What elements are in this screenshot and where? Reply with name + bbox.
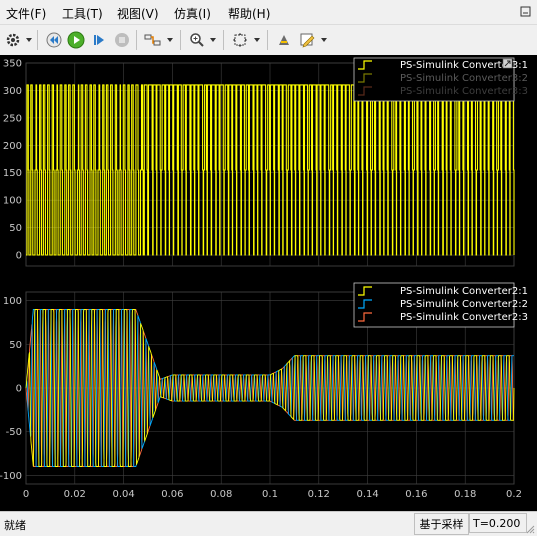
legend-label: PS-Simulink Converter2:3 [400, 312, 528, 323]
bottom-axes[interactable]: 100 50 0 -50 -100 0 0.02 0.04 0.06 0.08 0.1 0.12 0.… [0, 282, 528, 500]
menu-tools[interactable]: 工具(T) [62, 5, 103, 22]
step-forward-icon[interactable] [88, 29, 110, 51]
x-tick-label: 0.16 [405, 489, 427, 500]
y-tick-label: -100 [0, 471, 22, 482]
sample-mode-indicator[interactable]: 基于采样 [414, 513, 469, 535]
y-tick-label: 50 [9, 223, 22, 234]
y-tick-label: 350 [3, 59, 22, 70]
y-tick-label: 100 [3, 196, 22, 207]
chevron-down-icon[interactable] [209, 33, 217, 47]
style-edit-icon[interactable] [296, 29, 318, 51]
top-axes[interactable]: 350 300 250 200 150 100 50 0 PS-Simulink Conver… [3, 57, 528, 267]
x-tick-label: 0 [23, 489, 29, 500]
x-tick-label: 0.18 [454, 489, 476, 500]
highlight-icon[interactable] [273, 29, 295, 51]
status-bar: 就绪 基于采样 T=0.200 [0, 511, 537, 536]
menu-simulation[interactable]: 仿真(I) [174, 5, 211, 22]
chevron-down-icon[interactable] [166, 33, 174, 47]
menu-bar: 文件(F) 工具(T) 视图(V) 仿真(I) 帮助(H) [0, 0, 537, 24]
y-tick-label: -50 [6, 427, 22, 438]
toolbar-separator [37, 30, 38, 50]
scope-plot-area: 350 300 250 200 150 100 50 0 PS-Simulink Conver… [0, 55, 537, 511]
bottom-axes-xticks: 0 0.02 0.04 0.06 0.08 0.1 0.12 0.14 0.16 0.18 0.2 [23, 489, 522, 500]
zoom-in-icon[interactable] [186, 29, 208, 51]
toolbar-separator [267, 30, 268, 50]
legend-label: PS-Simulink Converter3:2 [400, 73, 528, 84]
stop-icon[interactable] [111, 29, 133, 51]
menu-file[interactable]: 文件(F) [6, 5, 46, 22]
y-tick-label: 50 [9, 340, 22, 351]
bottom-axes-yticks: 100 50 0 -50 -100 [0, 296, 22, 482]
chevron-down-icon[interactable] [320, 33, 328, 47]
x-tick-label: 0.06 [161, 489, 183, 500]
legend-label: PS-Simulink Converter3:3 [400, 86, 528, 97]
y-tick-label: 0 [16, 251, 22, 262]
fit-view-icon[interactable] [229, 29, 251, 51]
legend-label: PS-Simulink Converter2:1 [400, 286, 528, 297]
x-tick-label: 0.02 [64, 489, 86, 500]
y-tick-label: 250 [3, 113, 22, 124]
play-icon[interactable] [65, 29, 87, 51]
chevron-down-icon[interactable] [25, 33, 33, 47]
chevron-down-icon[interactable] [253, 33, 261, 47]
y-tick-label: 150 [3, 168, 22, 179]
menu-help[interactable]: 帮助(H) [228, 5, 270, 22]
legend-label: PS-Simulink Converter2:2 [400, 299, 528, 310]
x-tick-label: 0.2 [506, 489, 522, 500]
top-legend[interactable]: PS-Simulink Converter3:1 PS-Simulink Con… [353, 57, 528, 102]
simulation-time-readout: T=0.200 [469, 513, 527, 533]
top-axes-yticks: 350 300 250 200 150 100 50 0 [3, 59, 22, 262]
y-tick-label: 0 [16, 384, 22, 395]
x-tick-label: 0.12 [308, 489, 330, 500]
gear-icon[interactable] [2, 29, 24, 51]
window-control-icon[interactable] [520, 6, 531, 17]
toolbar-separator [180, 30, 181, 50]
toolbar-separator [223, 30, 224, 50]
resize-grip-icon[interactable] [526, 525, 535, 534]
bottom-legend[interactable]: PS-Simulink Converter2:1 PS-Simulink Con… [353, 282, 528, 328]
y-tick-label: 200 [3, 141, 22, 152]
x-tick-label: 0.14 [356, 489, 378, 500]
toolbar-separator [136, 30, 137, 50]
x-tick-label: 0.04 [112, 489, 134, 500]
menu-view[interactable]: 视图(V) [117, 5, 159, 22]
undock-legend-icon[interactable] [502, 58, 513, 69]
signal-select-icon[interactable] [142, 29, 164, 51]
y-tick-label: 300 [3, 86, 22, 97]
status-text: 就绪 [4, 519, 26, 532]
x-tick-label: 0.08 [210, 489, 232, 500]
y-tick-label: 100 [3, 296, 22, 307]
x-tick-label: 0.1 [262, 489, 278, 500]
toolbar [0, 24, 537, 56]
rewind-icon[interactable] [43, 29, 65, 51]
